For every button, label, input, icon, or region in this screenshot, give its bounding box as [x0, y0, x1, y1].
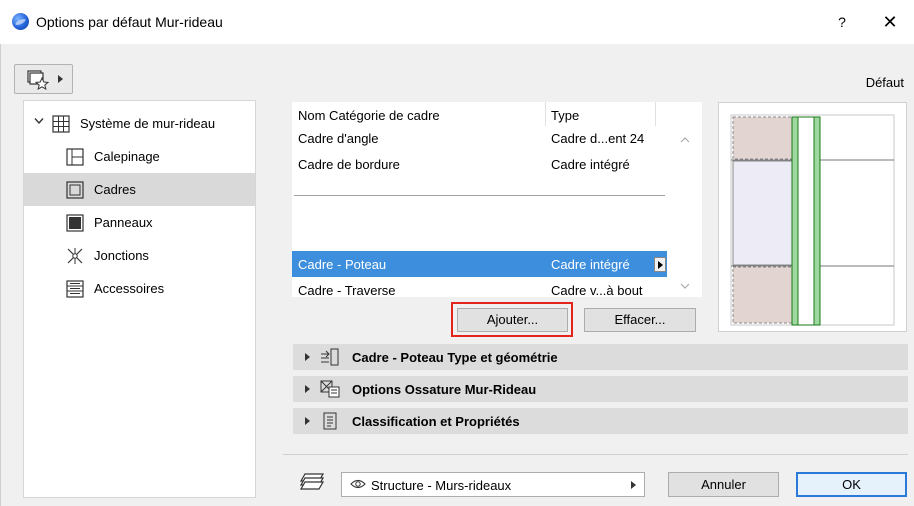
- favorites-icon: [27, 70, 49, 90]
- row-type: Cadre d...ent 24: [551, 131, 645, 146]
- add-button[interactable]: Ajouter...: [457, 308, 568, 332]
- chevron-down-icon: [34, 118, 44, 125]
- calepinage-icon: [66, 148, 84, 166]
- settings-tree: Système de mur-rideau Calepinage Cadres …: [23, 100, 256, 498]
- layer-icon: [299, 473, 325, 490]
- tree-item-accessoires[interactable]: Accessoires: [24, 272, 255, 305]
- panneaux-icon: [66, 214, 84, 232]
- layer-value: Structure - Murs-rideaux: [371, 478, 512, 493]
- tree-item-panneaux[interactable]: Panneaux: [24, 206, 255, 239]
- list-item[interactable]: Cadre - Traverse Cadre v...à bout: [292, 277, 682, 303]
- column-separator: [655, 102, 656, 126]
- window-title: Options par défaut Mur-rideau: [36, 14, 223, 30]
- frame-type-icon: [321, 348, 339, 366]
- tree-item-label: Cadres: [94, 182, 136, 197]
- help-button[interactable]: ?: [830, 10, 854, 34]
- cancel-button[interactable]: Annuler: [668, 472, 779, 497]
- tree-item-label: Calepinage: [94, 149, 160, 164]
- tree-item-cadres[interactable]: Cadres: [24, 173, 255, 206]
- curtain-wall-preview: [718, 102, 907, 332]
- accessoires-icon: [66, 280, 84, 298]
- dialog-body: Défaut Système de mur-rideau Calepinage: [0, 44, 914, 506]
- curtain-wall-system-icon: [52, 115, 70, 133]
- tree-item-label: Accessoires: [94, 281, 165, 296]
- list-item[interactable]: Cadre d'angle Cadre d...ent 24: [292, 125, 682, 151]
- dropdown-arrow-icon: [631, 481, 636, 489]
- scroll-up-icon[interactable]: [680, 136, 690, 144]
- row-type: Cadre intégré: [551, 157, 630, 172]
- classification-icon: [323, 412, 337, 430]
- ok-button[interactable]: OK: [796, 472, 907, 497]
- row-type: Cadre intégré: [551, 257, 630, 272]
- list-divider: [294, 195, 665, 196]
- list-item-selected[interactable]: Cadre - Poteau Cadre intégré: [292, 251, 667, 277]
- row-name: Cadre - Poteau: [298, 257, 387, 272]
- row-name: Cadre d'angle: [298, 131, 379, 146]
- expand-arrow-icon: [305, 417, 310, 425]
- type-picker-arrow-button[interactable]: [654, 257, 666, 272]
- header-type-column[interactable]: Type: [551, 108, 579, 123]
- list-item[interactable]: Cadre de bordure Cadre intégré: [292, 151, 682, 177]
- title-bar: Options par défaut Mur-rideau ? ✕: [0, 0, 914, 44]
- tree-root-label: Système de mur-rideau: [80, 116, 216, 131]
- tree-item-jonctions[interactable]: Jonctions: [24, 239, 255, 272]
- tree-item-label: Panneaux: [94, 215, 153, 230]
- row-name: Cadre - Traverse: [298, 283, 396, 298]
- jonctions-icon: [67, 248, 83, 264]
- section-framing-options[interactable]: Options Ossature Mur-Rideau: [293, 376, 908, 402]
- delete-button[interactable]: Effacer...: [584, 308, 696, 332]
- tree-item-label: Jonctions: [94, 248, 149, 263]
- header-name-column[interactable]: Nom Catégorie de cadre: [298, 108, 440, 123]
- eye-icon: [350, 479, 366, 489]
- tree-root-curtain-wall-system[interactable]: Système de mur-rideau: [24, 107, 255, 140]
- section-frame-type-geometry[interactable]: Cadre - Poteau Type et géométrie: [293, 344, 908, 370]
- footer-separator: [283, 454, 908, 455]
- section-title: Classification et Propriétés: [352, 414, 520, 429]
- expand-arrow-icon: [305, 353, 310, 361]
- favorites-caret-icon: [58, 75, 63, 83]
- default-label: Défaut: [865, 75, 904, 90]
- scroll-down-icon[interactable]: [680, 282, 690, 290]
- row-type: Cadre v...à bout: [551, 283, 643, 298]
- row-name: Cadre de bordure: [298, 157, 400, 172]
- expand-arrow-icon: [305, 385, 310, 393]
- section-title: Options Ossature Mur-Rideau: [352, 382, 537, 397]
- section-title: Cadre - Poteau Type et géométrie: [352, 350, 558, 365]
- framing-options-icon: [320, 380, 340, 398]
- archicad-app-icon: [12, 13, 29, 30]
- section-classification[interactable]: Classification et Propriétés: [293, 408, 908, 434]
- favorites-button[interactable]: [14, 64, 73, 94]
- close-button[interactable]: ✕: [878, 10, 902, 34]
- column-separator: [545, 102, 546, 126]
- layer-dropdown[interactable]: Structure - Murs-rideaux: [341, 472, 645, 497]
- tree-item-calepinage[interactable]: Calepinage: [24, 140, 255, 173]
- list-header: Nom Catégorie de cadre Type: [292, 102, 702, 126]
- preview-drawing: [730, 114, 895, 326]
- cadres-icon: [66, 181, 84, 199]
